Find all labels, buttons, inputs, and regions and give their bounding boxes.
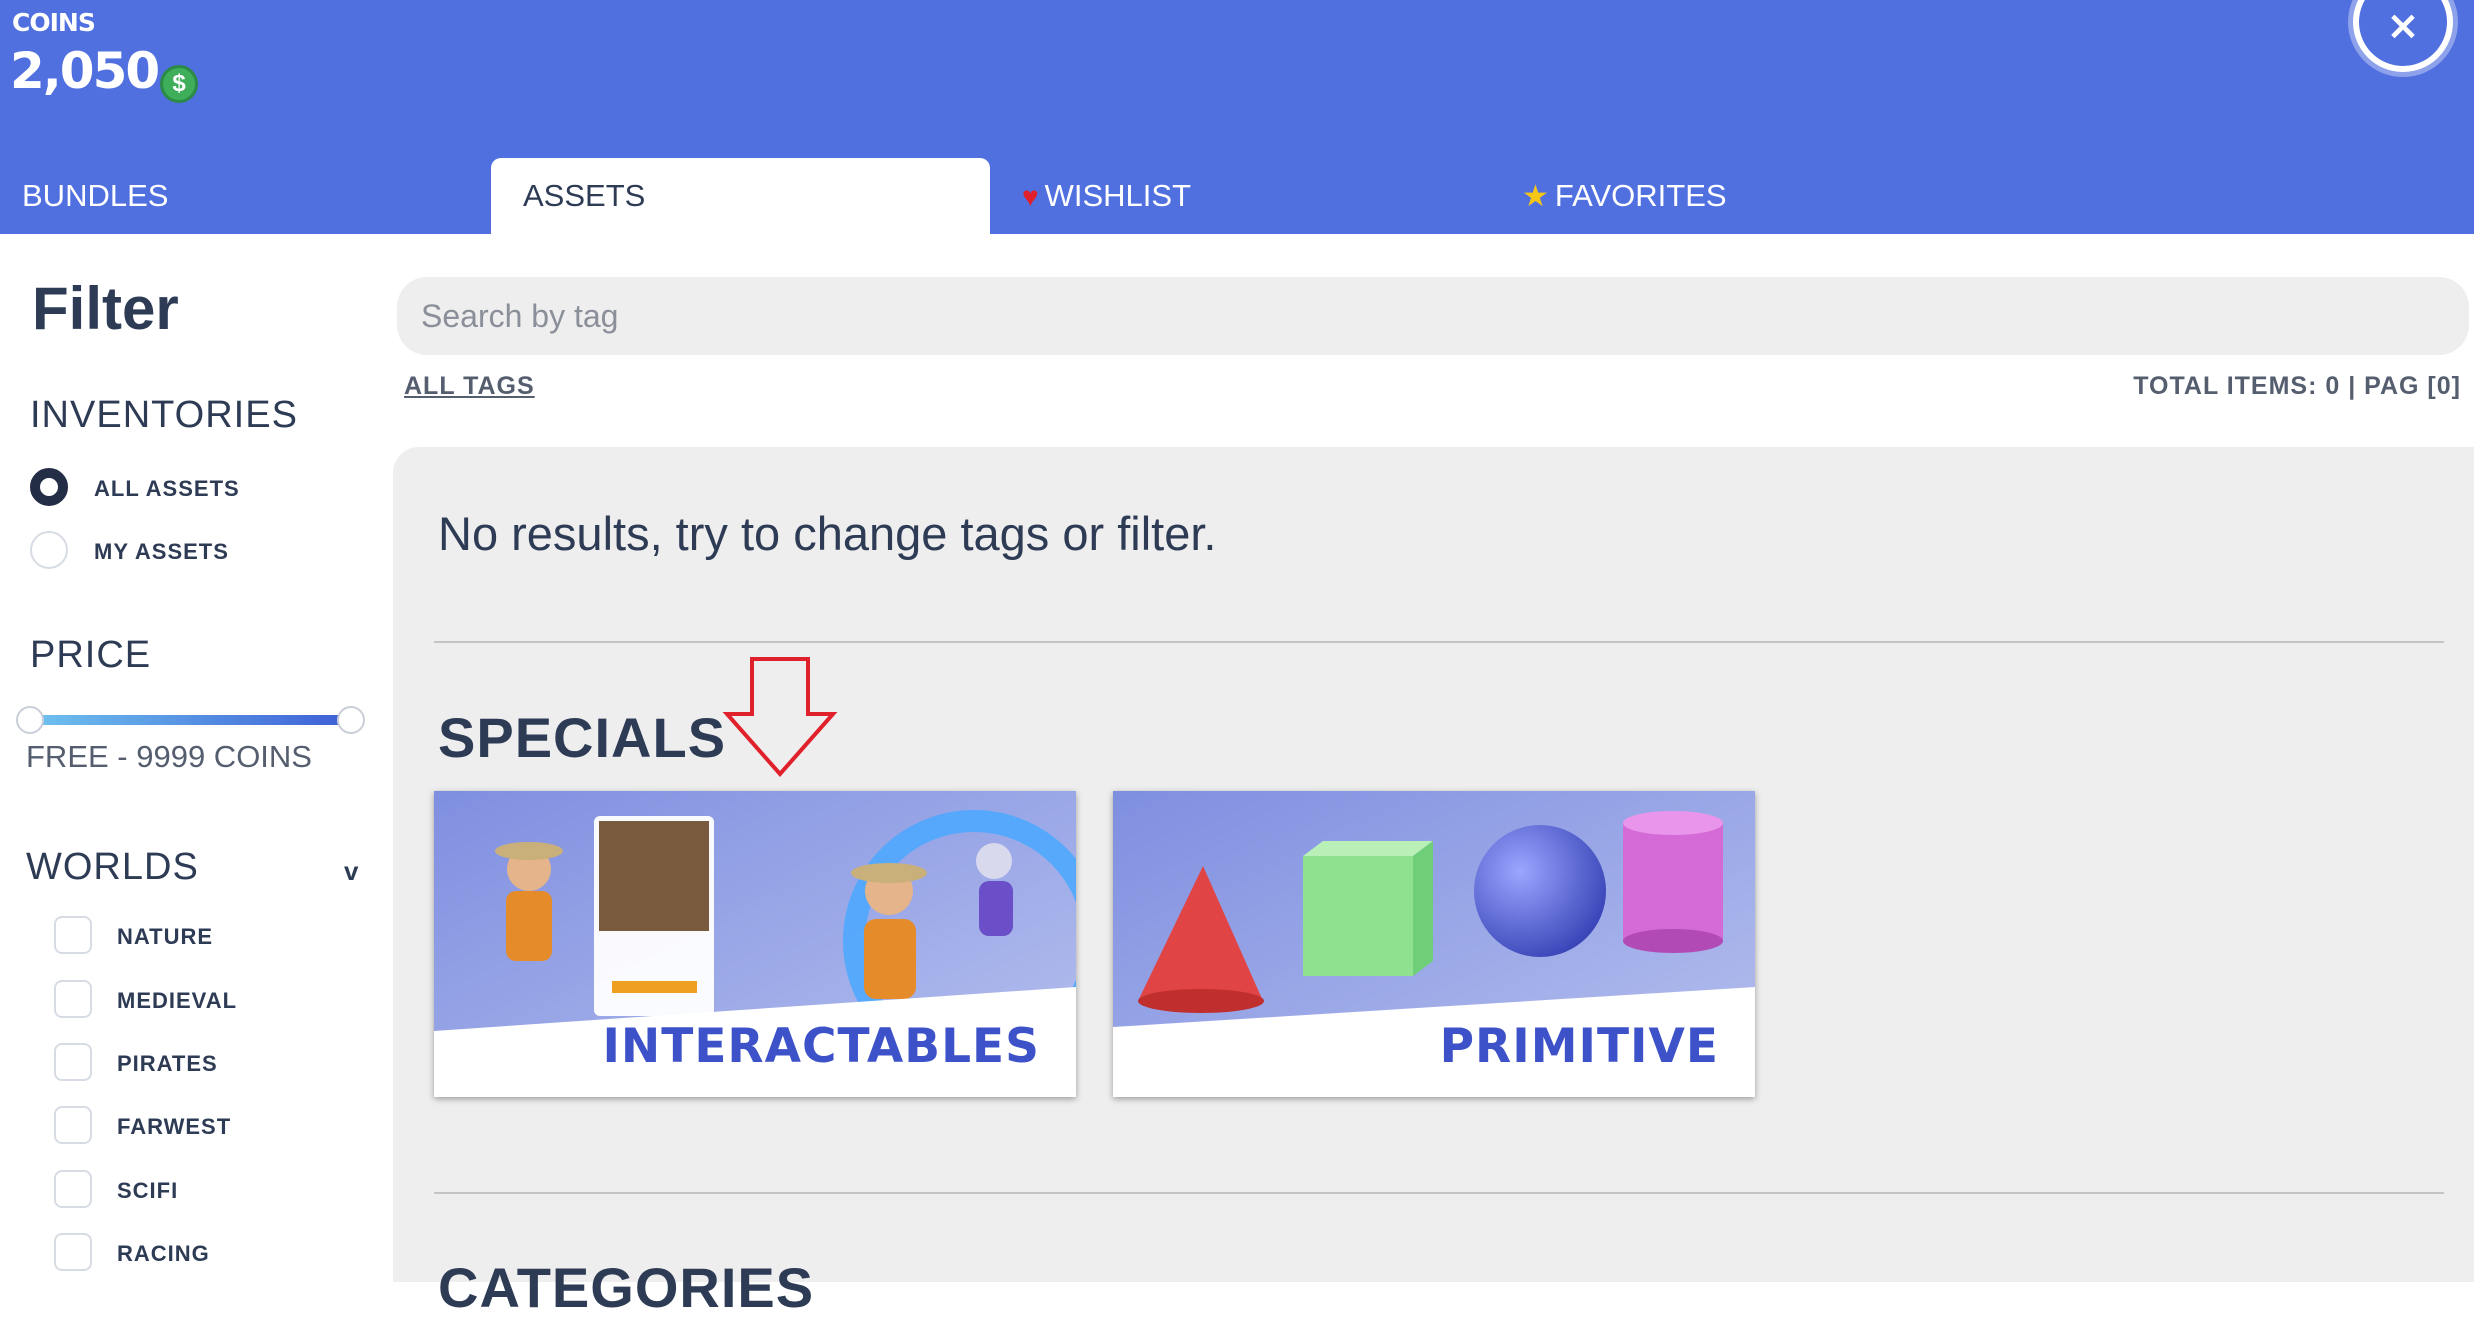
coins-label: COINS: [12, 8, 96, 37]
tab-bundles[interactable]: BUNDLES: [0, 158, 490, 234]
tab-label: ASSETS: [523, 178, 646, 213]
radio-my-assets[interactable]: [30, 531, 68, 569]
checkbox-racing[interactable]: [54, 1233, 92, 1271]
divider: [434, 1192, 2444, 1194]
tab-label: BUNDLES: [22, 178, 169, 213]
card-label: INTERACTABLES: [602, 1019, 1040, 1074]
divider: [434, 641, 2444, 643]
checkbox-farwest[interactable]: [54, 1106, 92, 1144]
tab-wishlist[interactable]: ♥ WISHLIST: [1000, 158, 1500, 234]
checkbox-medieval[interactable]: [54, 980, 92, 1018]
close-button[interactable]: ×: [2353, 0, 2453, 72]
checkbox-pirates[interactable]: [54, 1043, 92, 1081]
categories-title: CATEGORIES: [438, 1256, 815, 1319]
all-tags-link[interactable]: ALL TAGS: [404, 372, 535, 401]
checkbox-scifi[interactable]: [54, 1170, 92, 1208]
star-icon: ★: [1522, 180, 1549, 213]
radio-label-all-assets: ALL ASSETS: [94, 476, 240, 501]
filter-title: Filter: [32, 275, 179, 342]
radio-label-my-assets: MY ASSETS: [94, 539, 229, 564]
chevron-down-icon[interactable]: v: [344, 856, 358, 887]
worlds-title: WORLDS: [26, 846, 199, 888]
price-slider-min-handle[interactable]: [16, 706, 44, 734]
tab-assets[interactable]: ASSETS: [491, 158, 990, 234]
close-icon: ×: [2386, 3, 2420, 49]
special-card-primitive[interactable]: PRIMITIVE: [1113, 791, 1755, 1097]
coins-balance: 2,050: [10, 42, 160, 100]
checkbox-label-racing: RACING: [117, 1241, 210, 1266]
tab-label: FAVORITES: [1554, 178, 1727, 213]
search-input[interactable]: [397, 277, 2469, 355]
price-title: PRICE: [30, 634, 152, 676]
checkbox-label-scifi: SCIFI: [117, 1178, 179, 1203]
checkbox-label-pirates: PIRATES: [117, 1051, 218, 1076]
special-card-interactables[interactable]: INTERACTABLES: [434, 791, 1076, 1097]
annotation-arrow-down-icon: [722, 657, 838, 778]
checkbox-label-medieval: MEDIEVAL: [117, 988, 238, 1013]
specials-title: SPECIALS: [438, 706, 727, 769]
radio-all-assets[interactable]: [30, 468, 68, 506]
price-slider-track[interactable]: [30, 715, 350, 725]
total-items-counter: TOTAL ITEMS: 0 | PAG [0]: [2133, 372, 2461, 400]
price-range-text: FREE - 9999 COINS: [26, 739, 312, 774]
no-results-message: No results, try to change tags or filter…: [438, 507, 1217, 560]
price-slider-max-handle[interactable]: [337, 706, 365, 734]
filter-sidebar: Filter INVENTORIES ALL ASSETS MY ASSETS …: [0, 234, 393, 1282]
tab-label: WISHLIST: [1044, 178, 1192, 213]
inventories-title: INVENTORIES: [30, 394, 298, 436]
checkbox-label-nature: NATURE: [117, 924, 214, 949]
heart-icon: ♥: [1022, 181, 1039, 212]
store-header: COINS 2,050 $ × BUNDLES ASSETS ♥ WISHLIST…: [0, 0, 2474, 234]
card-label: PRIMITIVE: [1439, 1019, 1719, 1074]
checkbox-nature[interactable]: [54, 916, 92, 954]
dollar-coin-icon: $: [160, 65, 198, 103]
tab-favorites[interactable]: ★ FAVORITES: [1500, 158, 2000, 234]
checkbox-label-farwest: FARWEST: [117, 1114, 232, 1139]
